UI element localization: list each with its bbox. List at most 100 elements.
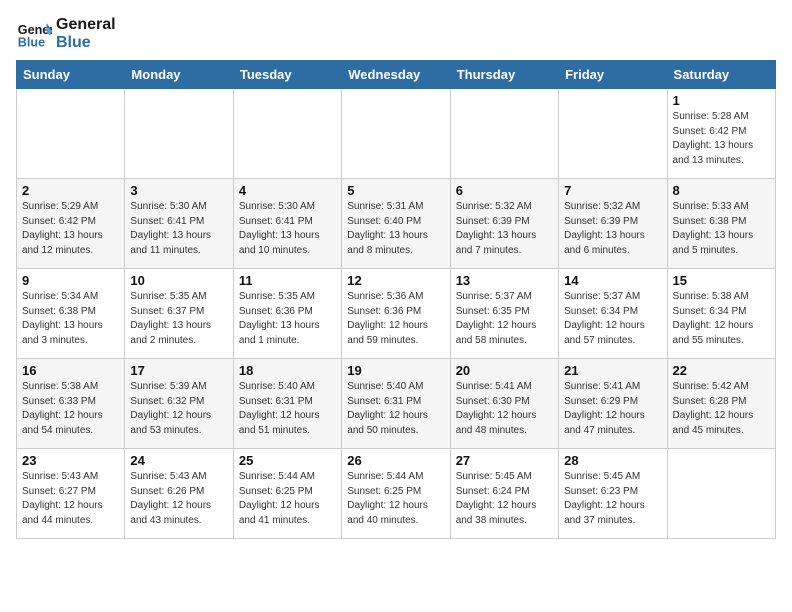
header-monday: Monday	[125, 61, 233, 89]
logo-general: General	[56, 16, 116, 34]
day-cell	[17, 89, 125, 179]
day-number: 7	[564, 183, 661, 198]
day-info: Sunrise: 5:45 AM Sunset: 6:23 PM Dayligh…	[564, 470, 661, 528]
day-info: Sunrise: 5:36 AM Sunset: 6:36 PM Dayligh…	[347, 290, 444, 348]
day-cell: 11 Sunrise: 5:35 AM Sunset: 6:36 PM Dayli…	[233, 269, 341, 359]
day-info: Sunrise: 5:39 AM Sunset: 6:32 PM Dayligh…	[130, 380, 227, 438]
day-cell: 15 Sunrise: 5:38 AM Sunset: 6:34 PM Dayli…	[667, 269, 775, 359]
logo: General Blue General Blue	[16, 16, 116, 52]
day-number: 18	[239, 363, 336, 378]
day-number: 16	[22, 363, 119, 378]
day-number: 12	[347, 273, 444, 288]
day-number: 23	[22, 453, 119, 468]
day-cell: 16 Sunrise: 5:38 AM Sunset: 6:33 PM Dayli…	[17, 359, 125, 449]
header-friday: Friday	[559, 61, 667, 89]
week-row-1: 2 Sunrise: 5:29 AM Sunset: 6:42 PM Daylig…	[17, 179, 776, 269]
day-info: Sunrise: 5:33 AM Sunset: 6:38 PM Dayligh…	[673, 200, 770, 258]
day-number: 15	[673, 273, 770, 288]
day-info: Sunrise: 5:41 AM Sunset: 6:29 PM Dayligh…	[564, 380, 661, 438]
day-info: Sunrise: 5:43 AM Sunset: 6:27 PM Dayligh…	[22, 470, 119, 528]
day-cell: 4 Sunrise: 5:30 AM Sunset: 6:41 PM Daylig…	[233, 179, 341, 269]
day-number: 25	[239, 453, 336, 468]
week-row-0: 1 Sunrise: 5:28 AM Sunset: 6:42 PM Daylig…	[17, 89, 776, 179]
day-number: 24	[130, 453, 227, 468]
day-cell: 25 Sunrise: 5:44 AM Sunset: 6:25 PM Dayli…	[233, 449, 341, 539]
day-info: Sunrise: 5:31 AM Sunset: 6:40 PM Dayligh…	[347, 200, 444, 258]
header-row: SundayMondayTuesdayWednesdayThursdayFrid…	[17, 61, 776, 89]
calendar-header: SundayMondayTuesdayWednesdayThursdayFrid…	[17, 61, 776, 89]
day-cell: 12 Sunrise: 5:36 AM Sunset: 6:36 PM Dayli…	[342, 269, 450, 359]
day-number: 2	[22, 183, 119, 198]
day-info: Sunrise: 5:45 AM Sunset: 6:24 PM Dayligh…	[456, 470, 553, 528]
day-number: 22	[673, 363, 770, 378]
day-number: 26	[347, 453, 444, 468]
day-info: Sunrise: 5:30 AM Sunset: 6:41 PM Dayligh…	[239, 200, 336, 258]
day-info: Sunrise: 5:38 AM Sunset: 6:34 PM Dayligh…	[673, 290, 770, 348]
header-tuesday: Tuesday	[233, 61, 341, 89]
day-cell: 2 Sunrise: 5:29 AM Sunset: 6:42 PM Daylig…	[17, 179, 125, 269]
day-number: 5	[347, 183, 444, 198]
day-cell: 6 Sunrise: 5:32 AM Sunset: 6:39 PM Daylig…	[450, 179, 558, 269]
day-info: Sunrise: 5:43 AM Sunset: 6:26 PM Dayligh…	[130, 470, 227, 528]
day-number: 20	[456, 363, 553, 378]
day-cell: 7 Sunrise: 5:32 AM Sunset: 6:39 PM Daylig…	[559, 179, 667, 269]
day-info: Sunrise: 5:41 AM Sunset: 6:30 PM Dayligh…	[456, 380, 553, 438]
day-number: 9	[22, 273, 119, 288]
day-info: Sunrise: 5:29 AM Sunset: 6:42 PM Dayligh…	[22, 200, 119, 258]
day-cell: 8 Sunrise: 5:33 AM Sunset: 6:38 PM Daylig…	[667, 179, 775, 269]
day-cell: 23 Sunrise: 5:43 AM Sunset: 6:27 PM Dayli…	[17, 449, 125, 539]
day-info: Sunrise: 5:44 AM Sunset: 6:25 PM Dayligh…	[239, 470, 336, 528]
day-cell: 24 Sunrise: 5:43 AM Sunset: 6:26 PM Dayli…	[125, 449, 233, 539]
day-number: 21	[564, 363, 661, 378]
day-info: Sunrise: 5:40 AM Sunset: 6:31 PM Dayligh…	[347, 380, 444, 438]
day-cell: 27 Sunrise: 5:45 AM Sunset: 6:24 PM Dayli…	[450, 449, 558, 539]
day-number: 11	[239, 273, 336, 288]
day-number: 13	[456, 273, 553, 288]
day-cell: 3 Sunrise: 5:30 AM Sunset: 6:41 PM Daylig…	[125, 179, 233, 269]
day-info: Sunrise: 5:34 AM Sunset: 6:38 PM Dayligh…	[22, 290, 119, 348]
day-info: Sunrise: 5:38 AM Sunset: 6:33 PM Dayligh…	[22, 380, 119, 438]
day-cell: 28 Sunrise: 5:45 AM Sunset: 6:23 PM Dayli…	[559, 449, 667, 539]
day-cell: 14Sunrise: 5:37 AM Sunset: 6:34 PM Dayli…	[559, 269, 667, 359]
day-number: 28	[564, 453, 661, 468]
day-number: 6	[456, 183, 553, 198]
day-info: Sunrise: 5:44 AM Sunset: 6:25 PM Dayligh…	[347, 470, 444, 528]
week-row-3: 16 Sunrise: 5:38 AM Sunset: 6:33 PM Dayli…	[17, 359, 776, 449]
day-cell: 18 Sunrise: 5:40 AM Sunset: 6:31 PM Dayli…	[233, 359, 341, 449]
day-number: 27	[456, 453, 553, 468]
day-cell: 10 Sunrise: 5:35 AM Sunset: 6:37 PM Dayli…	[125, 269, 233, 359]
day-info: Sunrise: 5:35 AM Sunset: 6:36 PM Dayligh…	[239, 290, 336, 348]
day-number: 10	[130, 273, 227, 288]
header-sunday: Sunday	[17, 61, 125, 89]
day-info: Sunrise: 5:37 AM Sunset: 6:35 PM Dayligh…	[456, 290, 553, 348]
header-wednesday: Wednesday	[342, 61, 450, 89]
day-cell: 20 Sunrise: 5:41 AM Sunset: 6:30 PM Dayli…	[450, 359, 558, 449]
day-cell	[342, 89, 450, 179]
header-thursday: Thursday	[450, 61, 558, 89]
day-cell: 17Sunrise: 5:39 AM Sunset: 6:32 PM Dayli…	[125, 359, 233, 449]
day-info: Sunrise: 5:32 AM Sunset: 6:39 PM Dayligh…	[456, 200, 553, 258]
day-number: 3	[130, 183, 227, 198]
day-cell	[233, 89, 341, 179]
week-row-2: 9 Sunrise: 5:34 AM Sunset: 6:38 PM Daylig…	[17, 269, 776, 359]
day-info: Sunrise: 5:32 AM Sunset: 6:39 PM Dayligh…	[564, 200, 661, 258]
day-number: 8	[673, 183, 770, 198]
day-info: Sunrise: 5:30 AM Sunset: 6:41 PM Dayligh…	[130, 200, 227, 258]
day-info: Sunrise: 5:28 AM Sunset: 6:42 PM Dayligh…	[673, 110, 770, 168]
day-info: Sunrise: 5:40 AM Sunset: 6:31 PM Dayligh…	[239, 380, 336, 438]
header-saturday: Saturday	[667, 61, 775, 89]
day-cell: 19 Sunrise: 5:40 AM Sunset: 6:31 PM Dayli…	[342, 359, 450, 449]
day-cell: 21 Sunrise: 5:41 AM Sunset: 6:29 PM Dayli…	[559, 359, 667, 449]
day-cell	[559, 89, 667, 179]
day-info: Sunrise: 5:35 AM Sunset: 6:37 PM Dayligh…	[130, 290, 227, 348]
day-number: 1	[673, 93, 770, 108]
calendar-body: 1 Sunrise: 5:28 AM Sunset: 6:42 PM Daylig…	[17, 89, 776, 539]
day-cell: 13 Sunrise: 5:37 AM Sunset: 6:35 PM Dayli…	[450, 269, 558, 359]
day-info: Sunrise: 5:42 AM Sunset: 6:28 PM Dayligh…	[673, 380, 770, 438]
day-number: 19	[347, 363, 444, 378]
day-cell	[450, 89, 558, 179]
svg-text:Blue: Blue	[18, 36, 45, 50]
day-number: 4	[239, 183, 336, 198]
week-row-4: 23 Sunrise: 5:43 AM Sunset: 6:27 PM Dayli…	[17, 449, 776, 539]
day-cell: 26 Sunrise: 5:44 AM Sunset: 6:25 PM Dayli…	[342, 449, 450, 539]
